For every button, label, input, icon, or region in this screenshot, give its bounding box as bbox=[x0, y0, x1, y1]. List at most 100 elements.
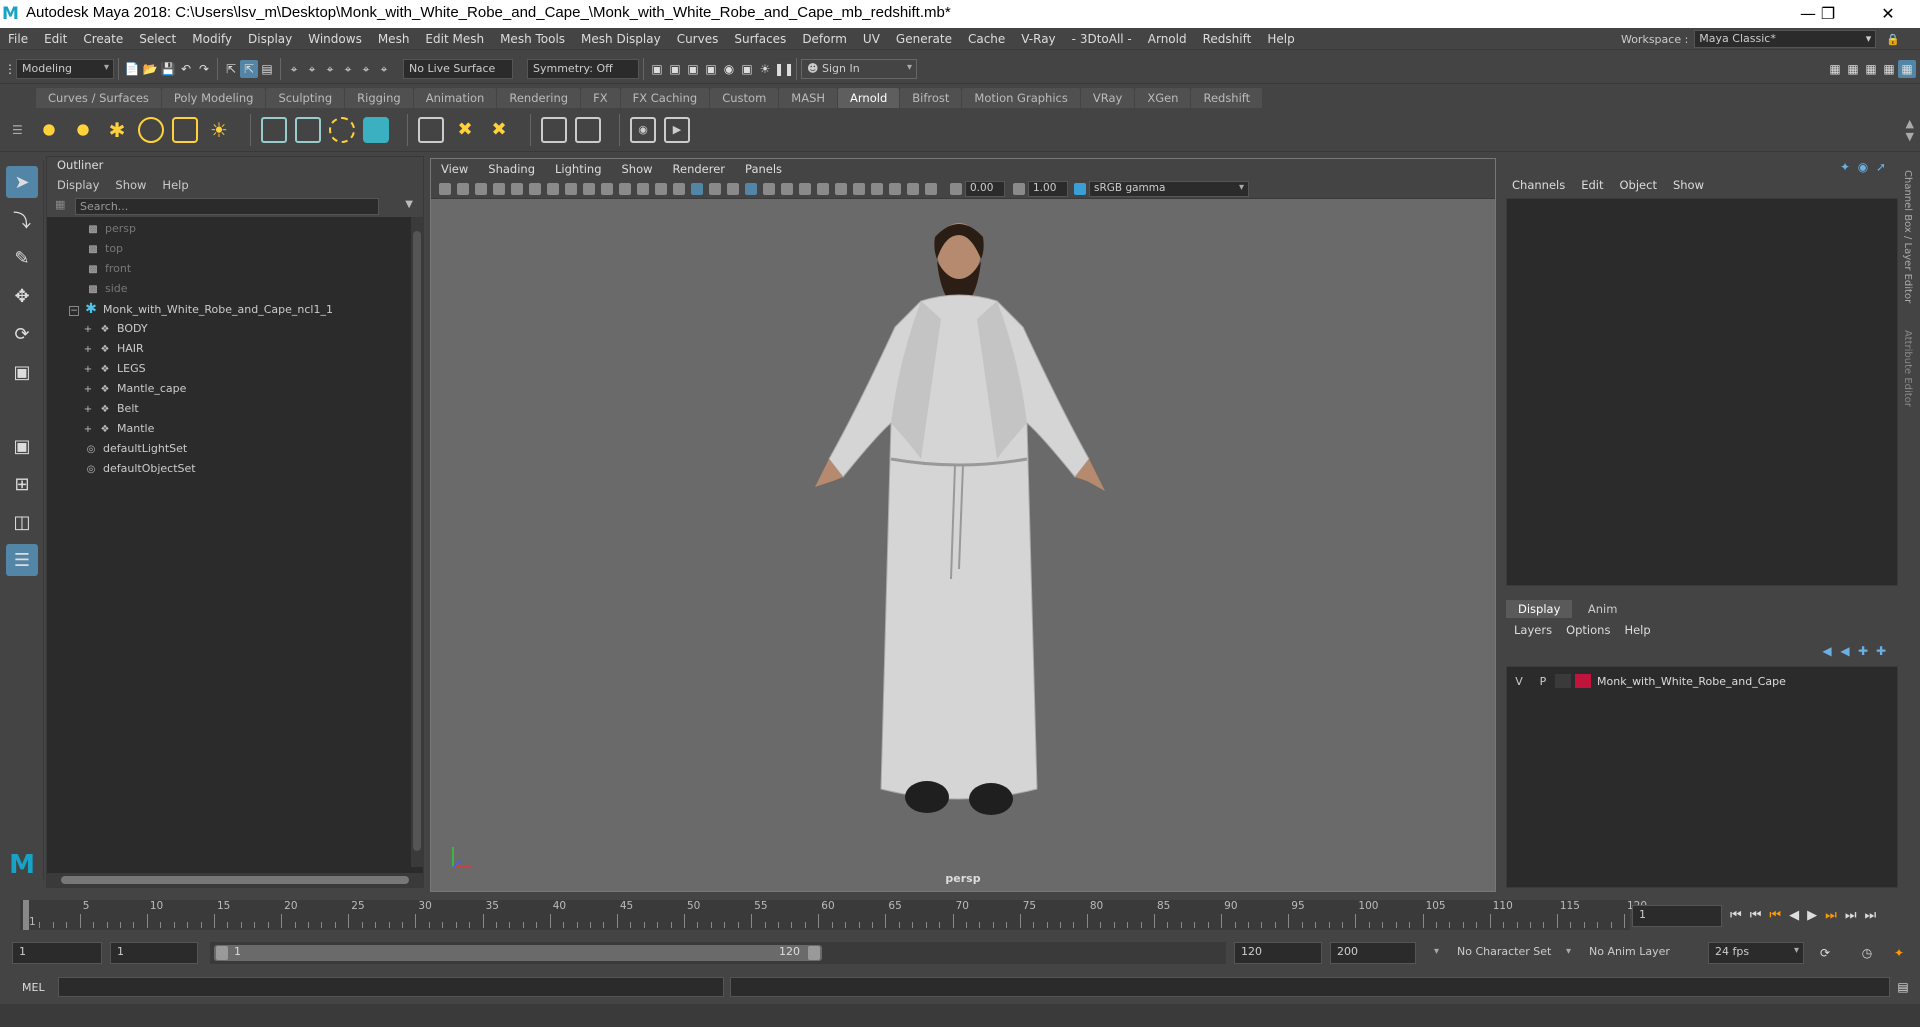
film-gate-icon[interactable] bbox=[529, 182, 541, 195]
ambient-occlusion-icon[interactable] bbox=[799, 182, 811, 195]
shelf-tab-poly-modeling[interactable]: Poly Modeling bbox=[161, 88, 266, 108]
shelf-scroll-icon[interactable]: ▲ ▼ bbox=[1906, 117, 1914, 143]
tree-item-top[interactable]: ▩ top bbox=[47, 239, 423, 259]
shelf-tab-bifrost[interactable]: Bifrost bbox=[900, 88, 962, 108]
pause-icon[interactable]: ❚❚ bbox=[774, 60, 794, 78]
hypershade-icon[interactable]: ◉ bbox=[720, 60, 738, 78]
shelf-tab-curves-surfaces[interactable]: Curves / Surfaces bbox=[36, 88, 161, 108]
tree-item-group[interactable]: − ✱ Monk_with_White_Robe_and_Cape_ncl1_1 bbox=[47, 299, 423, 319]
menu-generate[interactable]: Generate bbox=[888, 28, 960, 50]
time-slider[interactable]: 1 5 10 15 20 25 30 35 40 45 50 55 60 65 70 75 80 85 90 95 10… bbox=[0, 900, 1920, 932]
menu-display[interactable]: Display bbox=[240, 28, 300, 50]
shelf-tab-animation[interactable]: Animation bbox=[413, 88, 497, 108]
script-editor-icon[interactable]: ▤ bbox=[1894, 978, 1912, 996]
viewport-panel[interactable]: View Shading Lighting Show Renderer Pane… bbox=[430, 158, 1496, 892]
layer-row[interactable]: V P Monk_with_White_Robe_and_Cape bbox=[1507, 671, 1897, 691]
command-input[interactable] bbox=[58, 977, 724, 997]
menu-help[interactable]: Help bbox=[1259, 28, 1302, 50]
range-slider-end-handle[interactable] bbox=[808, 946, 820, 960]
curve-collector-icon[interactable] bbox=[329, 116, 355, 143]
undo-icon[interactable]: ↶ bbox=[177, 60, 195, 78]
menu-modify[interactable]: Modify bbox=[184, 28, 240, 50]
viewport-menu-panels[interactable]: Panels bbox=[735, 159, 792, 179]
scrollbar-thumb[interactable] bbox=[413, 231, 421, 851]
time-ruler[interactable]: 1 5 10 15 20 25 30 35 40 45 50 55 60 65 70 75 80 85 90 95 10… bbox=[20, 900, 1647, 930]
photometric-light-icon[interactable]: ✱ bbox=[104, 117, 130, 143]
wireframe-icon[interactable] bbox=[673, 182, 685, 195]
shelf-tab-rigging[interactable]: Rigging bbox=[345, 88, 413, 108]
gamma-field[interactable]: 1.00 bbox=[1028, 180, 1068, 197]
menu-cache[interactable]: Cache bbox=[960, 28, 1013, 50]
use-lights-icon[interactable] bbox=[763, 182, 775, 195]
tree-item-body[interactable]: + ❖ BODY bbox=[47, 319, 423, 339]
outliner-horizontal-scrollbar[interactable] bbox=[47, 873, 423, 887]
select-component-icon[interactable]: ▤ bbox=[258, 60, 276, 78]
select-object-icon[interactable]: ⇱ bbox=[240, 59, 258, 78]
tree-item-persp[interactable]: ▩ persp bbox=[47, 219, 423, 239]
lock-icon[interactable]: 🔒 bbox=[1886, 33, 1900, 46]
gate-mask-icon[interactable] bbox=[601, 182, 613, 195]
tree-item-side[interactable]: ▩ side bbox=[47, 279, 423, 299]
layer-menu-options[interactable]: Options bbox=[1566, 620, 1610, 640]
mode-dropdown[interactable]: Modeling ▾ bbox=[16, 58, 114, 79]
shelf-tab-fx[interactable]: FX bbox=[581, 88, 620, 108]
filter-icon[interactable]: ▦ bbox=[55, 198, 65, 211]
channel-menu-show[interactable]: Show bbox=[1673, 174, 1704, 196]
outliner-vertical-scrollbar[interactable] bbox=[411, 217, 423, 867]
tx-manager-icon[interactable] bbox=[575, 116, 601, 143]
menu-uv[interactable]: UV bbox=[855, 28, 888, 50]
lasso-tool-icon[interactable]: ⤵ bbox=[6, 204, 38, 236]
render-settings-icon[interactable]: ▣ bbox=[702, 60, 720, 78]
texture-icon[interactable] bbox=[541, 116, 567, 143]
render-view-icon[interactable]: ▣ bbox=[648, 60, 666, 78]
shelf-tab-xgen[interactable]: XGen bbox=[1135, 88, 1191, 108]
monk-model[interactable] bbox=[771, 209, 1151, 849]
menu-mesh[interactable]: Mesh bbox=[370, 28, 418, 50]
flush-cache-icon[interactable] bbox=[418, 116, 444, 143]
tree-item-belt[interactable]: + ❖ Belt bbox=[47, 399, 423, 419]
viewport-menu-renderer[interactable]: Renderer bbox=[663, 159, 736, 179]
layer-menu-help[interactable]: Help bbox=[1624, 620, 1650, 640]
motion-blur-icon[interactable] bbox=[817, 182, 829, 195]
shelf-menu-icon[interactable]: ☰ bbox=[12, 123, 36, 137]
export-standin-icon[interactable] bbox=[295, 116, 321, 143]
select-hierarchy-icon[interactable]: ⇱ bbox=[222, 60, 240, 78]
light-editor-icon[interactable]: ☀ bbox=[756, 60, 774, 78]
menu-deform[interactable]: Deform bbox=[794, 28, 855, 50]
layer-playback-toggle[interactable]: P bbox=[1531, 675, 1555, 688]
scrollbar-thumb[interactable] bbox=[61, 876, 409, 884]
expand-icon[interactable]: + bbox=[83, 320, 93, 340]
symmetry-dropdown[interactable]: Symmetry: Off bbox=[527, 58, 639, 79]
playback-start-field[interactable]: 1 bbox=[110, 942, 198, 964]
skydome-light-icon[interactable] bbox=[138, 116, 164, 143]
maximize-icon[interactable]: ❐ bbox=[1808, 2, 1848, 26]
shelf-tab-custom[interactable]: Custom bbox=[710, 88, 779, 108]
redo-icon[interactable]: ↷ bbox=[195, 60, 213, 78]
physical-sky-icon[interactable]: ☀ bbox=[206, 117, 232, 143]
anti-aliasing-icon[interactable] bbox=[835, 182, 847, 195]
tree-item-legs[interactable]: + ❖ LEGS bbox=[47, 359, 423, 379]
menu-curves[interactable]: Curves bbox=[669, 28, 727, 50]
auto-key-icon[interactable]: ◷ bbox=[1858, 944, 1876, 962]
shelf-tab-mash[interactable]: MASH bbox=[779, 88, 838, 108]
menu-3dtoall[interactable]: - 3DtoAll - bbox=[1064, 28, 1140, 50]
expand-icon[interactable]: + bbox=[83, 340, 93, 360]
collapse-icon[interactable]: − bbox=[69, 306, 79, 316]
ipr-render-icon[interactable]: ▣ bbox=[684, 60, 702, 78]
expand-icon[interactable]: + bbox=[83, 400, 93, 420]
close-icon[interactable]: ✕ bbox=[1868, 2, 1908, 26]
smooth-shade-icon[interactable] bbox=[691, 182, 703, 195]
tree-item-mantle[interactable]: + ❖ Mantle bbox=[47, 419, 423, 439]
channel-menu-channels[interactable]: Channels bbox=[1512, 174, 1565, 196]
menu-edit[interactable]: Edit bbox=[36, 28, 75, 50]
menu-arnold[interactable]: Arnold bbox=[1140, 28, 1195, 50]
menu-surfaces[interactable]: Surfaces bbox=[726, 28, 794, 50]
menu-mesh-tools[interactable]: Mesh Tools bbox=[492, 28, 573, 50]
xray-icon[interactable] bbox=[889, 182, 901, 195]
layer-visibility-toggle[interactable]: V bbox=[1507, 675, 1531, 688]
expand-icon[interactable]: + bbox=[83, 360, 93, 380]
outliner-menu-display[interactable]: Display bbox=[57, 175, 99, 195]
camera-icon[interactable] bbox=[493, 182, 505, 195]
layer-name[interactable]: Monk_with_White_Robe_and_Cape bbox=[1597, 675, 1786, 688]
go-to-start-icon[interactable]: ⏮ bbox=[1730, 908, 1742, 923]
